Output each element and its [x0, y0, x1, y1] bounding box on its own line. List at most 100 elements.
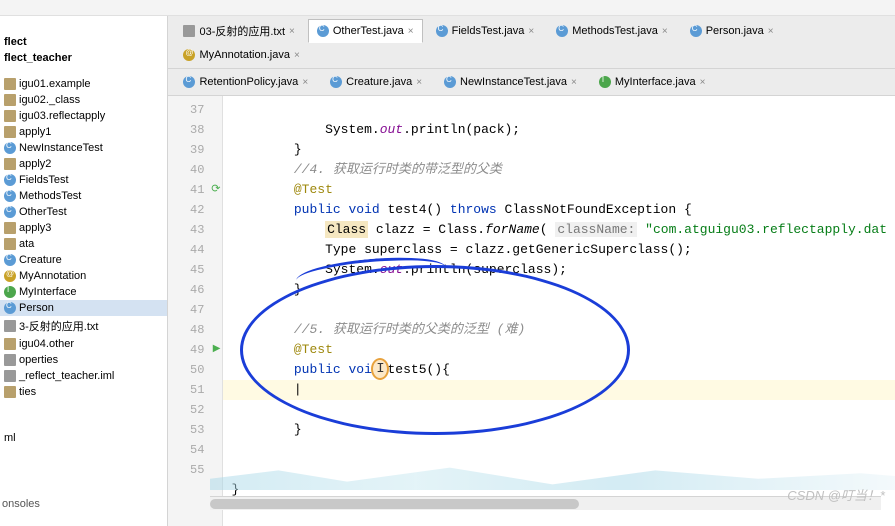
editor-tab[interactable]: 03-反射的应用.txt × — [174, 19, 303, 43]
class-icon — [4, 206, 16, 218]
editor-tab[interactable]: MyInterface.java× — [590, 72, 715, 92]
code-area[interactable]: System.out.println(pack); } //4. 获取运行时类的… — [223, 96, 895, 526]
tree-item[interactable]: apply2 — [0, 156, 167, 172]
editor-tab[interactable]: RetentionPolicy.java × — [174, 72, 317, 92]
tab-label: MyAnnotation.java — [199, 49, 290, 61]
watermark: CSDN @叮当！* — [787, 485, 885, 504]
editor-tabs-row: RetentionPolicy.java×Creature.java×NewIn… — [168, 69, 895, 96]
editor-tab[interactable]: NewInstanceTest.java × — [435, 72, 586, 92]
tree-item-label: FieldsTest — [19, 174, 69, 186]
line-gutter: 37 38 39 40 41 42 43 44 45 46 47 48 49 5… — [168, 96, 223, 526]
tree-item[interactable]: operties — [0, 352, 167, 368]
editor-tab[interactable]: MyAnnotation.java × — [174, 45, 308, 65]
tree-item[interactable]: igu03.reflectapply — [0, 108, 167, 124]
tree-item-label: apply1 — [19, 126, 51, 138]
tree-item[interactable]: apply1 — [0, 124, 167, 140]
tree-item-label: MethodsTest — [19, 190, 81, 202]
tree-item-label: OtherTest — [19, 206, 67, 218]
tab-label: MethodsTest.java — [572, 25, 658, 37]
close-icon[interactable]: × — [302, 77, 308, 88]
tree-item[interactable]: ata — [0, 236, 167, 252]
tree-item-label: igu04.other — [19, 338, 74, 350]
tree-item[interactable]: igu02._class — [0, 92, 167, 108]
tree-item-label: NewInstanceTest — [19, 142, 103, 154]
folder-icon — [4, 110, 16, 122]
run-gutter-icon[interactable]: ▶ — [206, 340, 220, 360]
tree-item-label: MyInterface — [19, 286, 76, 298]
tree-item[interactable]: 3-反射的应用.txt — [0, 316, 167, 336]
file-icon — [4, 320, 16, 332]
annot-icon — [4, 270, 16, 282]
tree-root[interactable]: flect — [0, 34, 167, 50]
tab-label: Creature.java — [346, 76, 412, 88]
tree-item[interactable]: Creature — [0, 252, 167, 268]
editor-tab[interactable]: Person.java × — [681, 19, 783, 43]
tree-item-label: 3-反射的应用.txt — [19, 318, 98, 334]
horizontal-scrollbar[interactable] — [210, 496, 881, 510]
editor-tab[interactable]: MethodsTest.java × — [547, 19, 676, 43]
close-icon[interactable]: × — [571, 77, 577, 88]
folder-icon — [4, 126, 16, 138]
close-icon[interactable]: × — [768, 26, 774, 37]
editor-tab[interactable]: FieldsTest.java× — [427, 19, 544, 43]
class-icon — [317, 25, 329, 37]
close-icon[interactable]: × — [528, 26, 534, 37]
tree-item-label: ata — [19, 238, 34, 250]
tab-label: Person.java — [706, 25, 764, 37]
editor-tabs-row: 03-反射的应用.txt×OtherTest.java×FieldsTest.j… — [168, 16, 895, 69]
folder-icon — [4, 94, 16, 106]
folder-icon — [4, 338, 16, 350]
tree-item[interactable]: ties — [0, 384, 167, 400]
tree-item[interactable]: MethodsTest — [0, 188, 167, 204]
tree-item[interactable]: igu01.example — [0, 76, 167, 92]
tab-label: 03-反射的应用.txt — [199, 23, 285, 39]
close-icon[interactable]: × — [294, 50, 300, 61]
file-icon — [4, 370, 16, 382]
tree-item[interactable]: OtherTest — [0, 204, 167, 220]
editor-tab[interactable]: OtherTest.java× — [308, 19, 423, 43]
tree-root[interactable]: flect_teacher — [0, 50, 167, 66]
tab-label: RetentionPolicy.java — [199, 76, 298, 88]
tree-item[interactable]: FieldsTest — [0, 172, 167, 188]
tree-item-label: MyAnnotation — [19, 270, 86, 282]
tree-item-label: igu02._class — [19, 94, 80, 106]
folder-icon — [4, 238, 16, 250]
tree-item[interactable]: MyInterface — [0, 284, 167, 300]
class-icon — [556, 25, 568, 37]
run-gutter-icon[interactable]: ⟳ — [206, 180, 220, 200]
tree-item-label: Creature — [19, 254, 62, 266]
file-icon — [4, 354, 16, 366]
tree-item-label: operties — [19, 354, 58, 366]
folder-icon — [4, 158, 16, 170]
close-icon[interactable]: × — [700, 77, 706, 88]
class-icon — [436, 25, 448, 37]
close-icon[interactable]: × — [416, 77, 422, 88]
interface-icon — [599, 76, 611, 88]
tree-item[interactable]: Person — [0, 300, 167, 316]
tree-item-label: apply3 — [19, 222, 51, 234]
tree-item-label: _reflect_teacher.iml — [19, 370, 114, 382]
editor-tab[interactable]: Creature.java × — [321, 72, 431, 92]
class-icon — [4, 190, 16, 202]
class-icon — [330, 76, 342, 88]
close-icon[interactable]: × — [408, 26, 414, 37]
tree-item[interactable]: ml — [0, 430, 167, 446]
tree-item[interactable]: apply3 — [0, 220, 167, 236]
close-icon[interactable]: × — [662, 26, 668, 37]
class-icon — [4, 142, 16, 154]
tab-label: NewInstanceTest.java — [460, 76, 567, 88]
class-icon — [4, 174, 16, 186]
folder-icon — [4, 222, 16, 234]
bottom-panel-tab[interactable]: onsoles — [2, 498, 40, 510]
close-icon[interactable]: × — [289, 26, 295, 37]
tree-item-label: igu01.example — [19, 78, 91, 90]
tree-item[interactable]: igu04.other — [0, 336, 167, 352]
code-editor[interactable]: 37 38 39 40 41 42 43 44 45 46 47 48 49 5… — [168, 96, 895, 526]
tree-item[interactable]: MyAnnotation — [0, 268, 167, 284]
tree-item[interactable]: _reflect_teacher.iml — [0, 368, 167, 384]
tree-item[interactable]: NewInstanceTest — [0, 140, 167, 156]
scrollbar-thumb[interactable] — [210, 499, 579, 509]
toolbar — [0, 0, 895, 16]
class-icon — [183, 76, 195, 88]
tree-item-label: Person — [19, 302, 54, 314]
